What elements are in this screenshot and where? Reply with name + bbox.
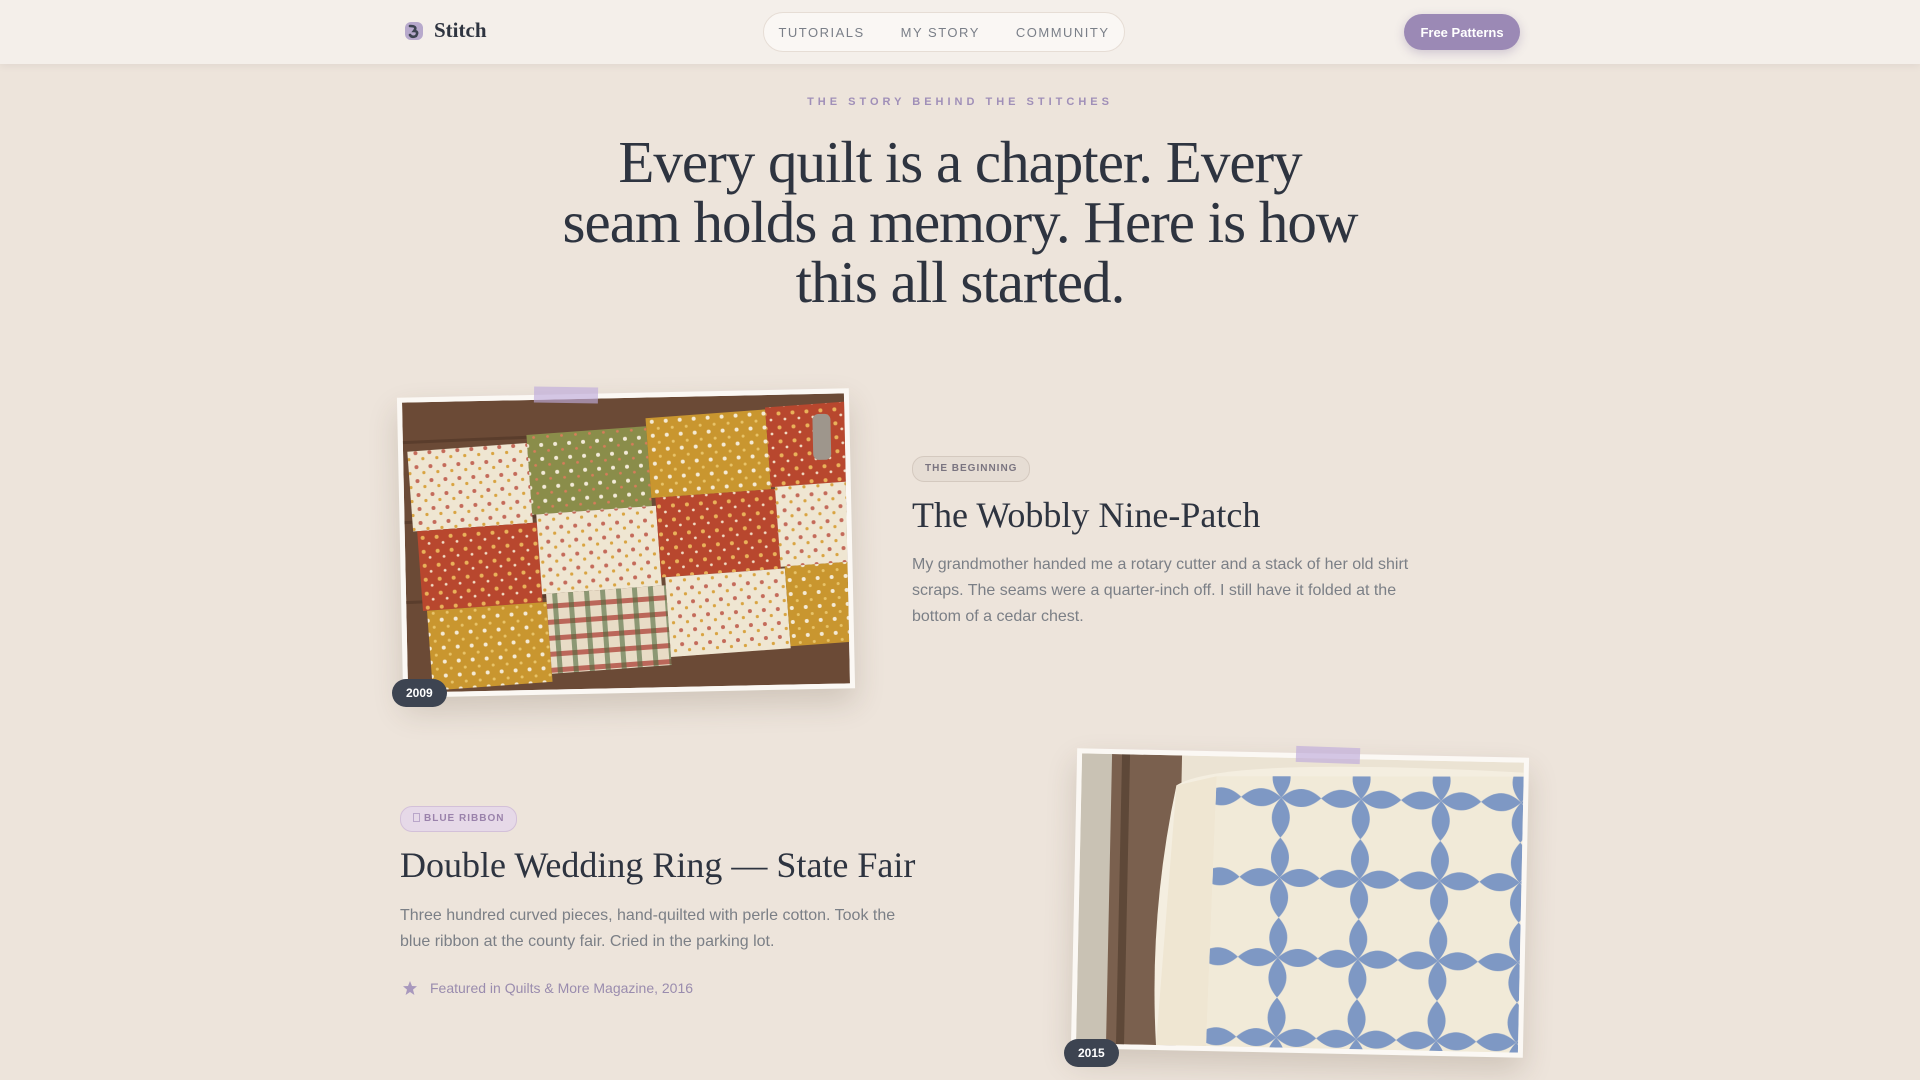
- featured-note: Featured in Quilts & More Magazine, 2016: [402, 980, 693, 996]
- stitch-logo-icon: [405, 21, 423, 40]
- nav-link-tutorials[interactable]: TUTORIALS: [778, 25, 864, 40]
- main-nav: TUTORIALS MY STORY COMMUNITY: [763, 12, 1125, 52]
- washi-tape: [1295, 745, 1361, 765]
- year-badge: 2015: [1064, 1039, 1119, 1067]
- free-patterns-button[interactable]: Free Patterns: [1404, 14, 1520, 50]
- washi-tape: [533, 386, 599, 404]
- nav-link-my-story[interactable]: MY STORY: [901, 25, 980, 40]
- hero-headline: Every quilt is a chapter. Every seam hol…: [562, 129, 1359, 315]
- chapter-body: My grandmother handed me a rotary cutter…: [912, 556, 1409, 625]
- star-icon: [403, 981, 417, 995]
- nine-patch-quilt-photo: [402, 393, 850, 693]
- nine-patch-photo-frame: [396, 388, 856, 698]
- chapter-title: Double Wedding Ring — State Fair: [400, 845, 916, 885]
- ribbon-icon: [413, 813, 420, 822]
- blue-ribbon-tag: BLUE RIBBON: [400, 806, 518, 832]
- chapter-title: The Wobbly Nine-Patch: [912, 495, 1261, 535]
- wedding-ring-photo-frame: [1070, 748, 1530, 1058]
- brand-home-link[interactable]: Stitch: [404, 18, 487, 43]
- featured-label: Featured in Quilts & More Magazine, 2016: [430, 980, 694, 996]
- chapter-tag: THE BEGINNING: [912, 456, 1031, 482]
- nav-link-community[interactable]: COMMUNITY: [1016, 25, 1110, 40]
- brand-name: Stitch: [434, 18, 487, 42]
- wedding-ring-quilt-photo: [1076, 753, 1524, 1053]
- top-nav: Stitch TUTORIALS MY STORY COMMUNITY Free…: [0, 0, 1920, 64]
- hero-eyebrow: THE STORY BEHIND THE STITCHES: [807, 96, 1113, 108]
- tag-label: BLUE RIBBON: [424, 813, 505, 824]
- chapter-body: Three hundred curved pieces, hand-quilte…: [400, 907, 896, 950]
- year-badge: 2009: [392, 679, 447, 707]
